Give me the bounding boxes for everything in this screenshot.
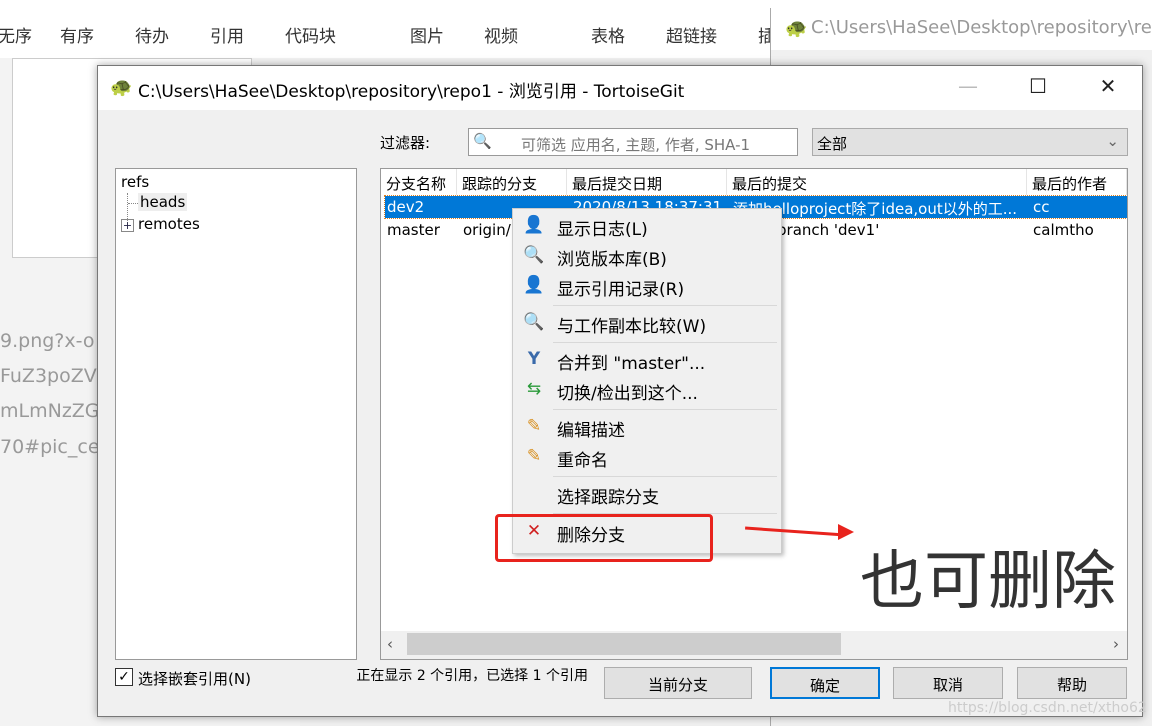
menu-label: 与工作副本比较(W) — [557, 317, 707, 337]
title-bar: 🐢 C:\Users\HaSee\Desktop\repository\repo… — [98, 66, 1142, 110]
maximize-button[interactable]: ☐ — [1018, 74, 1058, 102]
help-button[interactable]: 帮助 — [1017, 667, 1127, 699]
cell-branch: master — [387, 221, 440, 239]
menu-separator — [553, 409, 777, 410]
menu-label: 显示引用记录(R) — [557, 280, 685, 300]
menu-label: 选择跟踪分支 — [557, 488, 659, 508]
filter-scope-value: 全部 — [817, 135, 848, 153]
cell-author: cc — [1033, 198, 1050, 216]
filter-placeholder: 可筛选 应用名, 主题, 作者, SHA-1 — [521, 136, 751, 154]
menu-label: 编辑描述 — [557, 421, 625, 441]
minimize-button[interactable]: — — [948, 74, 988, 102]
close-button[interactable]: ✕ — [1088, 74, 1128, 102]
arrow-head — [838, 524, 854, 540]
cell-author: calmtho — [1033, 221, 1094, 239]
menu-item-show-log[interactable]: 👤 显示日志(L) — [515, 211, 779, 241]
toolbar-link[interactable]: 超链接 — [666, 22, 717, 47]
filter-label: 过滤器: — [380, 134, 431, 152]
url-fragment: FuZ3poZV — [0, 365, 97, 387]
switch-checkout-icon: ⇆ — [526, 379, 542, 399]
annotation-text: 也可删除 — [860, 545, 1116, 619]
toolbar-image[interactable]: 图片 — [410, 22, 444, 47]
toolbar-ordered[interactable]: 有序 — [60, 22, 94, 47]
search-icon: 🔍 — [473, 132, 492, 150]
cell-branch: dev2 — [387, 198, 425, 216]
reflog-icon: 👤 — [523, 275, 545, 295]
pencil-icon: ✎ — [526, 446, 542, 466]
menu-item-edit-description[interactable]: ✎ 编辑描述 — [515, 412, 779, 442]
column-header-author[interactable]: 最后的作者 — [1027, 169, 1127, 195]
tree-line — [128, 203, 138, 204]
background-window-title: C:\Users\HaSee\Desktop\repository\repo — [811, 17, 1152, 38]
menu-label: 显示日志(L) — [557, 220, 648, 240]
toolbar-unordered[interactable]: 无序 — [0, 22, 32, 47]
url-fragment: 70#pic_ce — [0, 436, 100, 458]
menu-item-repo-browser[interactable]: 🔍 浏览版本库(B) — [515, 241, 779, 271]
menu-item-switch-checkout[interactable]: ⇆ 切换/检出到这个... — [515, 375, 779, 405]
tortoise-icon: 🐢 — [110, 77, 133, 98]
window-title: C:\Users\HaSee\Desktop\repository\repo1 … — [138, 82, 685, 102]
toolbar-video[interactable]: 视频 — [484, 22, 518, 47]
expand-icon[interactable]: + — [121, 219, 134, 232]
pencil-icon: ✎ — [526, 416, 542, 436]
filter-scope-select[interactable]: 全部 ⌄ — [812, 128, 1128, 156]
repo-browser-icon: 🔍 — [523, 245, 545, 265]
url-fragment: 9.png?x-o — [0, 330, 95, 352]
scroll-right-icon[interactable]: › — [1113, 635, 1119, 653]
menu-label: 切换/检出到这个... — [557, 384, 698, 404]
nested-refs-label: 选择嵌套引用(N) — [138, 670, 251, 688]
url-fragment: mLmNzZG — [0, 400, 100, 422]
menu-label: 重命名 — [557, 451, 608, 471]
tortoise-icon: 🐢 — [785, 18, 808, 39]
context-menu: 👤 显示日志(L) 🔍 浏览版本库(B) 👤 显示引用记录(R) 🔍 与工作副本比较(W… — [512, 208, 782, 554]
show-log-icon: 👤 — [523, 215, 545, 235]
merge-icon: Y — [527, 349, 541, 369]
cell-commit: branch 'dev1' — [777, 221, 880, 239]
toolbar-quote[interactable]: 引用 — [210, 22, 244, 47]
tree-node-heads[interactable]: heads — [138, 193, 188, 211]
filter-input[interactable]: 🔍 可筛选 应用名, 主题, 作者, SHA-1 — [468, 128, 798, 156]
menu-separator — [553, 305, 777, 306]
column-header-commit[interactable]: 最后的提交 — [727, 169, 1027, 195]
column-header-date[interactable]: 最后提交日期 — [567, 169, 727, 195]
menu-label: 浏览版本库(B) — [557, 250, 667, 270]
watermark: https://blog.csdn.net/xtho62 — [948, 700, 1147, 716]
refs-tree: refs heads + remotes — [115, 168, 357, 660]
scroll-left-icon[interactable]: ‹ — [387, 635, 393, 653]
menu-item-set-tracking[interactable]: 选择跟踪分支 — [515, 479, 779, 509]
menu-item-compare[interactable]: 🔍 与工作副本比较(W) — [515, 308, 779, 338]
scrollbar-thumb[interactable] — [407, 633, 841, 655]
column-header-tracking[interactable]: 跟踪的分支 — [457, 169, 567, 195]
column-header-branch[interactable]: 分支名称 — [381, 169, 457, 195]
chevron-down-icon: ⌄ — [1106, 132, 1119, 150]
menu-label: 合并到 "master"... — [557, 354, 706, 374]
menu-separator — [553, 342, 777, 343]
compare-icon: 🔍 — [523, 312, 545, 332]
toolbar-codeblock[interactable]: 代码块 — [285, 22, 336, 47]
highlight-box — [495, 514, 713, 562]
ok-button[interactable]: 确定 — [770, 667, 880, 699]
horizontal-scrollbar[interactable]: ‹ › — [381, 631, 1127, 659]
menu-item-rename[interactable]: ✎ 重命名 — [515, 442, 779, 472]
toolbar-table[interactable]: 表格 — [591, 22, 625, 47]
status-text: 正在显示 2 个引用，已选择 1 个引用 — [356, 668, 588, 684]
nested-refs-checkbox[interactable]: ✓ — [115, 668, 133, 686]
menu-separator — [553, 476, 777, 477]
toolbar-todo[interactable]: 待办 — [135, 22, 169, 47]
tree-node-remotes[interactable]: remotes — [138, 215, 200, 233]
current-branch-button[interactable]: 当前分支 — [604, 667, 752, 699]
menu-item-merge[interactable]: Y 合并到 "master"... — [515, 345, 779, 375]
tree-node-refs[interactable]: refs — [121, 173, 149, 191]
menu-item-reflog[interactable]: 👤 显示引用记录(R) — [515, 271, 779, 301]
cancel-button[interactable]: 取消 — [893, 667, 1003, 699]
